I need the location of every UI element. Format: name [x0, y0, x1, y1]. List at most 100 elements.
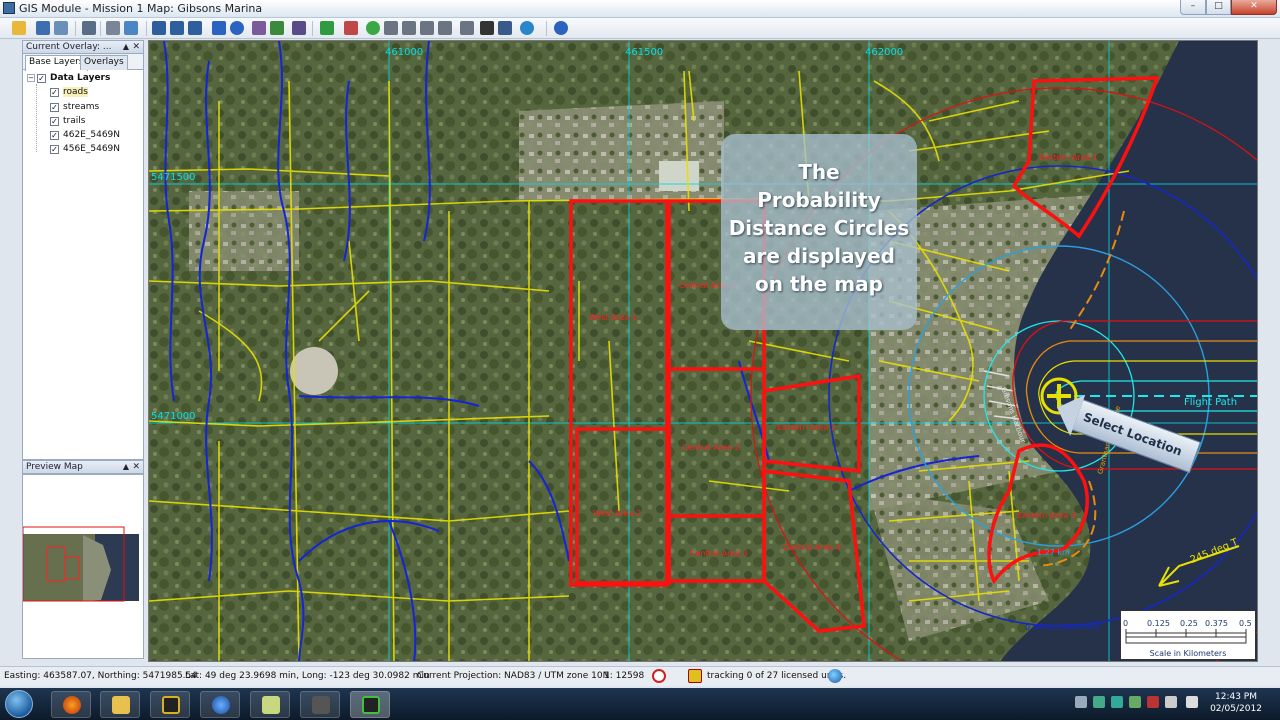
print-icon[interactable]: [106, 21, 120, 35]
layers-icon[interactable]: [54, 21, 68, 35]
layer-item-streams[interactable]: ✓streams ≈: [50, 101, 157, 115]
polygon-icon[interactable]: [366, 21, 380, 35]
tray-network-icon[interactable]: [1093, 696, 1105, 708]
layer-item-trails[interactable]: ✓trails ≈: [50, 115, 157, 129]
close-icon[interactable]: ✕: [132, 461, 140, 473]
tab-base-layers[interactable]: Base Layers: [25, 55, 88, 71]
map-view[interactable]: 461000 461500 462000 5471500 5471000 Wes…: [148, 40, 1258, 662]
grid-icon[interactable]: [438, 21, 452, 35]
info-line: Distance Circles: [728, 216, 910, 240]
checkbox[interactable]: ✓: [50, 131, 59, 140]
title-bar: GIS Module - Mission 1 Map: Gibsons Mari…: [0, 0, 1280, 18]
checkbox[interactable]: ✓: [50, 117, 59, 126]
taskbar-app[interactable]: [100, 691, 140, 718]
taskbar-app[interactable]: [300, 691, 340, 718]
ruler-icon[interactable]: [460, 21, 474, 35]
layer-item-roads[interactable]: ✓roads ≈: [50, 86, 157, 100]
sar-app-icon: [162, 696, 180, 714]
zoom-extent-icon[interactable]: [188, 21, 202, 35]
layer-label: roads: [63, 87, 88, 97]
area-label: Central Area 2: [682, 443, 740, 452]
projection-readout: Current Projection: NAD83 / UTM zone 10N: [417, 671, 610, 681]
tree-group-data-layers[interactable]: − ✓ Data Layers: [27, 72, 110, 86]
select-icon[interactable]: [292, 21, 306, 35]
tray-signal-icon[interactable]: [1111, 696, 1123, 708]
minimize-button[interactable]: –: [1180, 0, 1206, 15]
overlay-panel-title: Current Overlay: ...: [26, 42, 112, 52]
tray-app-icon[interactable]: [1129, 696, 1141, 708]
maximize-button[interactable]: □: [1206, 0, 1231, 15]
flag-icon[interactable]: [498, 21, 512, 35]
info-overlay-box: The Probability Distance Circles are dis…: [721, 134, 917, 330]
checkbox[interactable]: ✓: [50, 103, 59, 112]
scale-tick: 0.375: [1205, 619, 1228, 628]
info-icon[interactable]: [230, 21, 244, 35]
sar-app-active-icon: [362, 696, 380, 714]
area-label: Eastern Area 2: [777, 423, 836, 432]
tray-arrow-icon[interactable]: [1075, 696, 1087, 708]
firefox-icon: [63, 696, 81, 714]
grid-label: 461000: [385, 47, 424, 58]
layer-label: 462E_5469N: [63, 130, 121, 140]
map-canvas[interactable]: [149, 41, 1258, 662]
tray-device-icon[interactable]: [1165, 696, 1177, 708]
overlay-tabs: Base Layers Overlays: [23, 54, 143, 71]
taskbar-app-active[interactable]: [350, 691, 390, 718]
checkbox[interactable]: ✓: [50, 88, 59, 97]
no-tracking-icon[interactable]: [652, 669, 666, 683]
preview-panel-title: Preview Map: [26, 462, 83, 472]
help-icon[interactable]: [554, 21, 568, 35]
info-line: The: [798, 160, 840, 184]
close-icon[interactable]: ✕: [132, 41, 140, 53]
easting-northing-readout: Easting: 463587.07, Northing: 5471985.54: [4, 671, 197, 681]
layer-item-raster-456e[interactable]: ✓ 456E_5469N: [50, 143, 161, 157]
area-label: Eastern Area 3: [1017, 511, 1076, 520]
measure-icon[interactable]: [252, 21, 266, 35]
scale-tick: 0.125: [1147, 619, 1170, 628]
tracking-icon[interactable]: [688, 669, 702, 683]
zoom-in-icon[interactable]: [152, 21, 166, 35]
tree-group-label: Data Layers: [50, 73, 111, 83]
grid-label: 5471000: [151, 411, 196, 422]
taskbar-app[interactable]: [250, 691, 290, 718]
google-earth-icon: [212, 696, 230, 714]
circle-icon[interactable]: [402, 21, 416, 35]
target-icon[interactable]: [420, 21, 434, 35]
status-bar: Easting: 463587.07, Northing: 5471985.54…: [0, 666, 1280, 686]
checkbox[interactable]: ✓: [37, 74, 46, 83]
layer-add-icon[interactable]: [124, 21, 138, 35]
preview-map[interactable]: [22, 475, 143, 658]
polyline-icon[interactable]: [384, 21, 398, 35]
pin-icon[interactable]: ▲: [123, 461, 129, 473]
zoom-out-icon[interactable]: [170, 21, 184, 35]
save-icon[interactable]: [36, 21, 50, 35]
close-button[interactable]: ✕: [1231, 0, 1277, 15]
tray-volume-icon[interactable]: [1186, 696, 1198, 708]
layer-label: streams: [63, 102, 100, 112]
checkbox[interactable]: ✓: [50, 145, 59, 154]
pan-hand-icon[interactable]: [212, 21, 226, 35]
add-point-icon[interactable]: [270, 21, 284, 35]
tray-flag-icon[interactable]: [1147, 696, 1159, 708]
app-icon: [3, 2, 15, 14]
tab-overlays[interactable]: Overlays: [80, 55, 128, 70]
scale-caption: Scale in Kilometers: [1149, 649, 1227, 658]
globe-icon[interactable]: [520, 21, 534, 35]
pin-icon[interactable]: ▲: [123, 41, 129, 53]
taskbar-clock[interactable]: 12:43 PM 02/05/2012: [1206, 691, 1266, 715]
grid-select-icon[interactable]: [480, 21, 494, 35]
start-button[interactable]: [5, 690, 33, 718]
taskbar-app[interactable]: [51, 691, 91, 718]
taskbar-app[interactable]: [200, 691, 240, 718]
properties-icon[interactable]: [82, 21, 96, 35]
layer-item-raster-462e[interactable]: ✓ 462E_5469N: [50, 129, 161, 143]
info-line: are displayed: [743, 244, 895, 268]
globe-icon[interactable]: [828, 669, 842, 683]
open-folder-icon[interactable]: [12, 21, 26, 35]
taskbar-app[interactable]: [150, 691, 190, 718]
refresh-icon[interactable]: [320, 21, 334, 35]
collapse-icon[interactable]: −: [27, 74, 35, 82]
folder-icon: [112, 696, 130, 714]
rectangle-icon[interactable]: [344, 21, 358, 35]
lat-long-readout: Lat: 49 deg 23.9698 min, Long: -123 deg …: [185, 671, 430, 681]
